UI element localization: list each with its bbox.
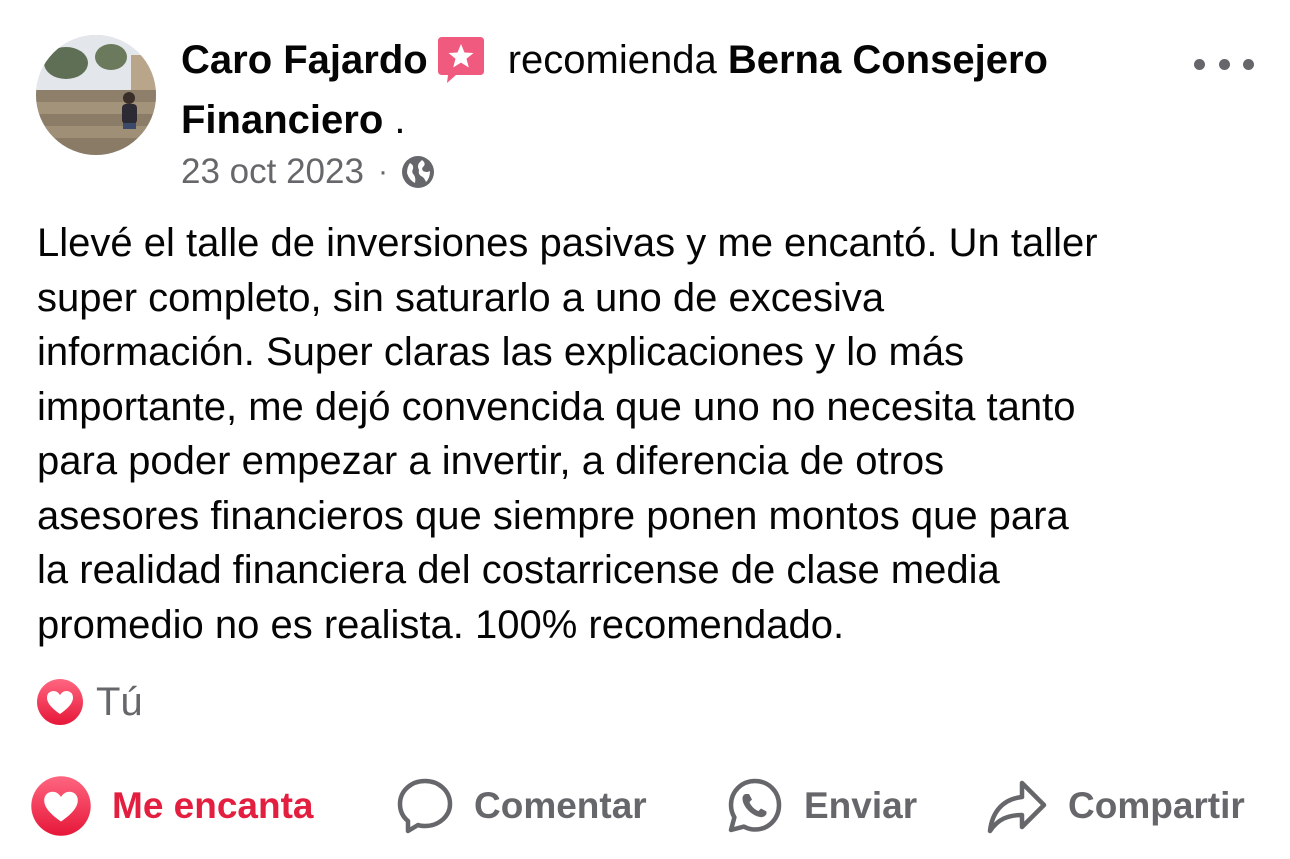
more-options-icon[interactable] [1194, 46, 1254, 82]
globe-icon [400, 154, 436, 190]
recommends-text: recomienda [507, 38, 717, 82]
post-meta: 23 oct 2023 · [181, 150, 436, 194]
meta-separator: · [377, 155, 388, 188]
share-button[interactable]: Compartir [986, 774, 1245, 838]
whatsapp-icon [726, 777, 784, 835]
trailing-dot: . [383, 98, 406, 142]
avatar[interactable] [36, 35, 156, 155]
send-button[interactable]: Enviar [726, 774, 917, 838]
love-button[interactable]: Me encanta [30, 774, 314, 838]
share-button-label: Compartir [1068, 785, 1245, 826]
reactors-text: Tú [96, 679, 143, 724]
heart-icon [36, 678, 84, 726]
post-header: Caro Fajardo recomienda Berna Consejero … [181, 30, 1171, 150]
comment-button-label: Comentar [474, 785, 647, 826]
send-button-label: Enviar [804, 785, 918, 826]
comment-icon [396, 777, 454, 835]
post-body-text: Llevé el talle de inversiones pasivas y … [37, 221, 1098, 647]
heart-icon [30, 775, 92, 837]
recommendation-badge-icon [436, 35, 486, 85]
post-date[interactable]: 23 oct 2023 [181, 152, 364, 192]
comment-button[interactable]: Comentar [396, 774, 647, 838]
share-arrow-icon [986, 777, 1048, 835]
love-button-label: Me encanta [112, 785, 314, 826]
author-name[interactable]: Caro Fajardo [181, 38, 428, 82]
reactions-summary[interactable]: Tú [36, 676, 143, 728]
